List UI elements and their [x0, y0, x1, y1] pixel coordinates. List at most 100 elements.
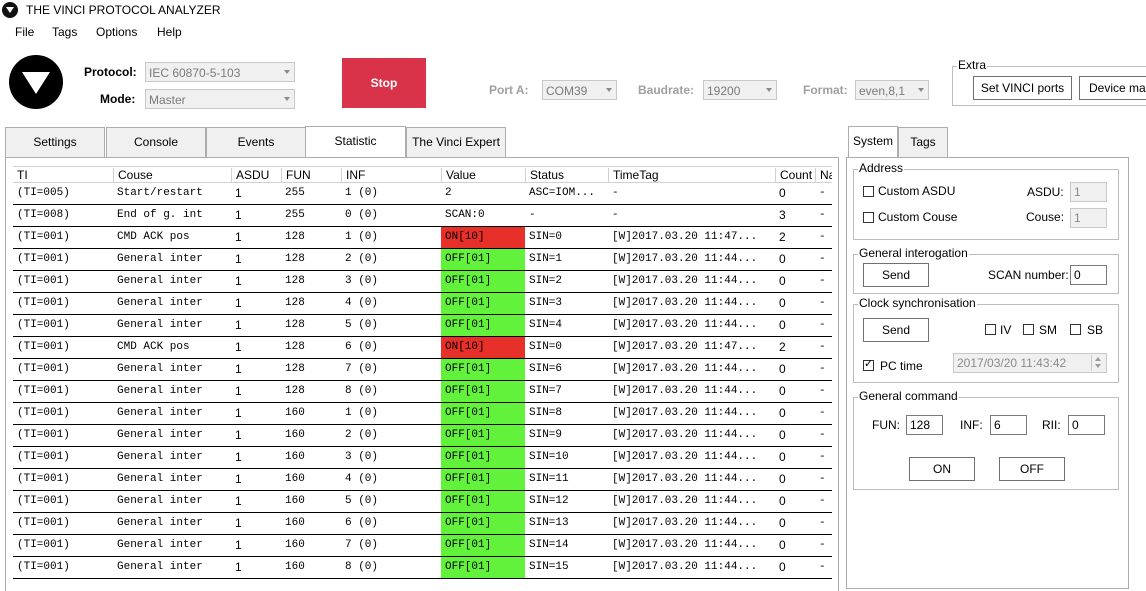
ti-cell: (TI=001) — [17, 275, 70, 287]
count-cell: 0 — [779, 450, 786, 464]
tab-vinci-expert[interactable]: The Vinci Expert — [406, 127, 506, 157]
timetag-cell: [W]2017.03.20 11:47... — [612, 231, 758, 243]
format-select[interactable]: even,8,1 — [855, 80, 929, 100]
stop-button[interactable]: Stop — [342, 58, 426, 108]
column-header[interactable]: Status — [525, 168, 608, 183]
table-row[interactable]: (TI=001) CMD ACK pos 1 128 6 (0) ON[10] SIN=0 [… — [13, 337, 832, 359]
table-row[interactable]: (TI=001) General inter 1 160 1 (0) OFF[01] SIN… — [13, 403, 832, 425]
spinner-icon[interactable] — [1091, 355, 1105, 371]
menu-tags[interactable]: Tags — [52, 25, 77, 39]
column-header[interactable]: INF — [341, 168, 441, 183]
column-header[interactable]: Na — [815, 168, 832, 183]
inf-cell: 7 (0) — [345, 363, 379, 375]
couse-cell: General inter — [117, 495, 203, 507]
table-row[interactable]: (TI=001) General inter 1 160 3 (0) OFF[01] SIN… — [13, 447, 832, 469]
tab-settings[interactable]: Settings — [5, 127, 105, 157]
custom-couse-label: Custom Couse — [878, 210, 958, 224]
name-cell: - — [819, 275, 826, 287]
table-row[interactable]: (TI=001) General inter 1 128 7 (0) OFF[01] SIN… — [13, 359, 832, 381]
mode-value: Master — [149, 93, 186, 107]
inf-cell: 0 (0) — [345, 209, 379, 221]
tab-events[interactable]: Events — [206, 127, 306, 157]
column-header[interactable]: Couse — [113, 168, 231, 183]
couse-field[interactable]: 1 — [1070, 208, 1107, 228]
asdu-field[interactable]: 1 — [1070, 182, 1107, 202]
chevron-down-icon — [766, 88, 772, 92]
table-row[interactable]: (TI=008) End of g. int 1 255 0 (0) SCAN:0 - - 3 - — [13, 205, 832, 227]
column-header[interactable]: FUN — [281, 168, 341, 183]
clock-send-button[interactable]: Send — [863, 318, 929, 342]
ti-cell: (TI=001) — [17, 297, 70, 309]
tab-console[interactable]: Console — [106, 127, 206, 157]
menu-help[interactable]: Help — [157, 25, 182, 39]
device-manager-button[interactable]: Device man — [1079, 76, 1146, 100]
menu-options[interactable]: Options — [96, 25, 137, 39]
datetime-picker[interactable]: 2017/03/20 11:43:42 — [953, 353, 1107, 373]
table-row[interactable]: (TI=001) General inter 1 160 6 (0) OFF[01] SIN… — [13, 513, 832, 535]
menu-file[interactable]: File — [15, 25, 34, 39]
fun-cell: 128 — [285, 341, 305, 353]
count-cell: 3 — [779, 208, 786, 222]
timetag-cell: [W]2017.03.20 11:47... — [612, 341, 758, 353]
asdu-cell: 1 — [235, 406, 242, 420]
rii-field[interactable]: 0 — [1068, 415, 1105, 435]
inf-field[interactable]: 6 — [990, 415, 1027, 435]
inf-cell: 6 (0) — [345, 517, 379, 529]
table-row[interactable]: (TI=001) General inter 1 128 4 (0) OFF[01] SIN… — [13, 293, 832, 315]
status-cell: SIN=14 — [529, 539, 569, 551]
baudrate-select[interactable]: 19200 — [703, 80, 777, 100]
scan-number-label: SCAN number: — [988, 268, 1069, 282]
tab-statistic[interactable]: Statistic — [305, 126, 406, 158]
mode-select[interactable]: Master — [145, 89, 295, 109]
set-vinci-ports-button[interactable]: Set VINCI ports — [973, 76, 1072, 100]
chevron-down-icon — [918, 88, 924, 92]
table-row[interactable]: (TI=001) General inter 1 160 7 (0) OFF[01] SIN… — [13, 535, 832, 557]
count-cell: 0 — [779, 362, 786, 376]
iv-checkbox[interactable] — [985, 324, 996, 335]
protocol-select[interactable]: IEC 60870-5-103 — [145, 62, 295, 82]
ti-cell: (TI=008) — [17, 209, 70, 221]
ti-cell: (TI=001) — [17, 473, 70, 485]
couse-cell: End of g. int — [117, 209, 203, 221]
table-row[interactable]: (TI=001) General inter 1 128 5 (0) OFF[01] SIN… — [13, 315, 832, 337]
port-select[interactable]: COM39 — [542, 80, 617, 100]
column-header[interactable]: TI — [13, 168, 112, 183]
on-button[interactable]: ON — [909, 457, 975, 481]
mode-label: Mode: — [100, 92, 136, 106]
column-header[interactable]: ASDU — [231, 168, 281, 183]
sm-checkbox[interactable] — [1023, 324, 1034, 335]
value-cell: ON[10] — [441, 337, 525, 358]
custom-couse-checkbox[interactable] — [863, 212, 874, 223]
tab-system[interactable]: System — [848, 126, 898, 158]
count-cell: 0 — [779, 252, 786, 266]
fun-cell: 128 — [285, 385, 305, 397]
fun-field[interactable]: 128 — [906, 415, 943, 435]
custom-asdu-checkbox[interactable] — [863, 186, 874, 197]
gi-send-button[interactable]: Send — [863, 263, 929, 287]
table-row[interactable]: (TI=001) General inter 1 160 8 (0) OFF[01] SIN… — [13, 557, 832, 579]
column-header[interactable]: Value — [441, 168, 525, 183]
tab-tags[interactable]: Tags — [898, 127, 948, 157]
table-row[interactable]: (TI=001) CMD ACK pos 1 128 1 (0) ON[10] SIN=0 [… — [13, 227, 832, 249]
column-header[interactable]: TimeTag — [608, 168, 775, 183]
name-cell: - — [819, 561, 826, 573]
pc-time-checkbox[interactable] — [863, 357, 874, 371]
table-row[interactable]: (TI=005) Start/restart 1 255 1 (0) 2 ASC=IOM..… — [13, 183, 832, 205]
table-row[interactable]: (TI=001) General inter 1 128 8 (0) OFF[01] SIN… — [13, 381, 832, 403]
table-row[interactable]: (TI=001) General inter 1 128 2 (0) OFF[01] SIN… — [13, 249, 832, 271]
table-row[interactable]: (TI=001) General inter 1 160 4 (0) OFF[01] SIN… — [13, 469, 832, 491]
couse-cell: General inter — [117, 451, 203, 463]
iv-label: IV — [1000, 323, 1012, 337]
asdu-cell: 1 — [235, 318, 242, 332]
table-row[interactable]: (TI=001) General inter 1 160 2 (0) OFF[01] SIN… — [13, 425, 832, 447]
status-cell: SIN=12 — [529, 495, 569, 507]
fun-cell: 160 — [285, 561, 305, 573]
column-header[interactable]: Count — [775, 168, 815, 183]
table-row[interactable]: (TI=001) General inter 1 128 3 (0) OFF[01] SIN… — [13, 271, 832, 293]
scan-number-field[interactable]: 0 — [1070, 265, 1107, 285]
count-cell: 0 — [779, 296, 786, 310]
timetag-cell: [W]2017.03.20 11:44... — [612, 451, 758, 463]
off-button[interactable]: OFF — [999, 457, 1065, 481]
table-row[interactable]: (TI=001) General inter 1 160 5 (0) OFF[01] SIN… — [13, 491, 832, 513]
sb-checkbox[interactable] — [1070, 324, 1081, 335]
